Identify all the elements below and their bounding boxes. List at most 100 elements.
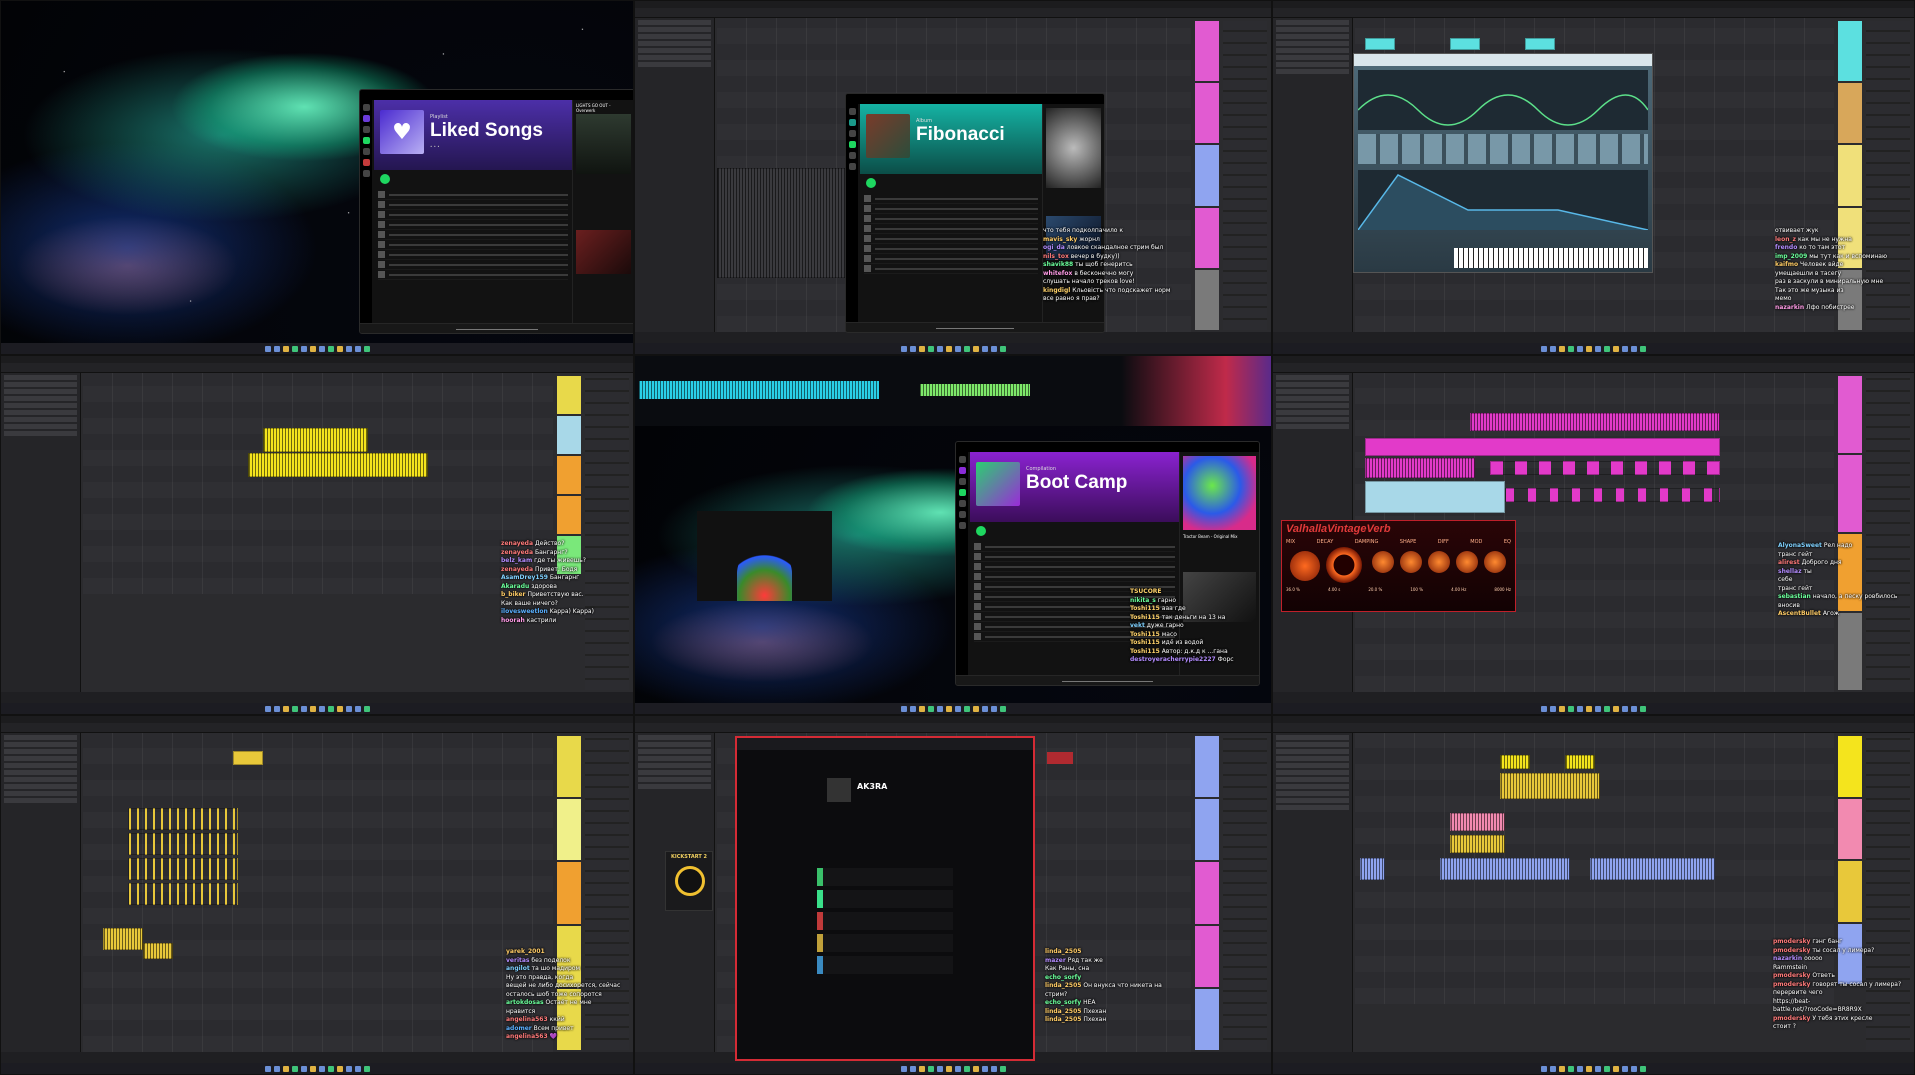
kickstart-plugin[interactable]: KICKSTART 2 [665, 851, 713, 911]
list-item[interactable] [864, 194, 1038, 204]
list-item[interactable] [864, 224, 1038, 234]
oscillator-display [1357, 70, 1649, 130]
web-app-window[interactable]: AK3RA [735, 736, 1073, 1061]
list-item[interactable] [974, 572, 1175, 582]
spotify-sidebar[interactable] [956, 452, 968, 675]
taskbar [635, 703, 1271, 714]
valhalla-vintage-verb[interactable]: ValhallaVintageVerb MIX DECAY DAMPING SHAPE… [1281, 520, 1516, 612]
mixer-channels[interactable] [585, 376, 629, 690]
panel-9: pmodersky гэнг банг pmodersky ты сосал у… [1272, 715, 1915, 1075]
daw-browser[interactable] [635, 18, 715, 332]
kickstart-knob[interactable] [675, 866, 705, 896]
taskbar [1273, 1063, 1914, 1074]
list-item[interactable] [974, 542, 1175, 552]
list-item[interactable] [864, 264, 1038, 274]
heart-icon: ♥ [380, 110, 424, 154]
daw-toolbar[interactable] [1273, 8, 1914, 18]
list-item[interactable] [817, 934, 953, 952]
daw-browser[interactable] [1, 373, 81, 692]
shape-knob[interactable] [1400, 551, 1422, 573]
piano-keyboard[interactable] [1454, 248, 1648, 268]
list-item[interactable] [817, 868, 953, 886]
daw-toolbar[interactable] [1273, 723, 1914, 733]
player-bar[interactable] [846, 322, 1104, 332]
arrangement-view[interactable] [83, 733, 553, 1052]
list-item[interactable] [864, 244, 1038, 254]
diff-knob[interactable] [1428, 551, 1450, 573]
chat-overlay: zenayeda Действо? zenayeda Бангарнг? bel… [501, 540, 594, 624]
track-list [378, 190, 568, 319]
knob-row[interactable] [1358, 134, 1648, 164]
envelope-display [1357, 170, 1649, 231]
list-item[interactable] [378, 250, 568, 260]
list-item[interactable] [817, 912, 953, 930]
daw-browser[interactable] [1273, 18, 1353, 332]
mod-knob[interactable] [1456, 551, 1478, 573]
track-list [817, 868, 953, 1028]
midi-clip[interactable] [128, 858, 238, 880]
playlist-header: Compilation Boot Camp [970, 452, 1179, 522]
player-bar[interactable] [360, 323, 633, 333]
list-item[interactable] [378, 200, 568, 210]
play-button[interactable] [380, 174, 390, 184]
daw-toolbar[interactable] [1, 723, 633, 733]
mixer-channels[interactable] [1866, 376, 1910, 690]
audio-clip[interactable] [263, 428, 368, 452]
arrangement-view[interactable] [83, 373, 553, 594]
taskbar [1, 343, 633, 354]
chat-overlay: AlyonaSweet Рел надо транс гейт alirest … [1778, 542, 1898, 617]
album-art [1046, 108, 1101, 188]
taskbar [1273, 343, 1914, 354]
daw-toolbar[interactable] [635, 723, 1271, 733]
panel-3: отвивает жук leon_z как мы не нужна fren… [1272, 0, 1915, 355]
damping-knob[interactable] [1372, 551, 1394, 573]
list-item[interactable] [817, 890, 953, 908]
panel-1: ♥ Playlist Liked Songs • • • LIGHTS GO O… [0, 0, 634, 355]
audio-clip[interactable] [248, 453, 428, 477]
list-item[interactable] [974, 562, 1175, 572]
avatar [827, 778, 851, 802]
midi-clip[interactable] [128, 833, 238, 855]
play-button[interactable] [976, 526, 986, 536]
mix-knob[interactable] [1290, 551, 1320, 581]
profile-name: AK3RA [857, 782, 888, 791]
player-bar[interactable] [956, 675, 1259, 685]
album-cover [866, 114, 910, 158]
play-button[interactable] [866, 178, 876, 188]
artist-image [576, 230, 631, 274]
daw-browser[interactable] [1273, 733, 1353, 1052]
list-item[interactable] [864, 254, 1038, 264]
chat-overlay: что тебя подколпачило к mavis_sky жорнл … [1043, 227, 1171, 302]
album-title: Boot Camp [1026, 472, 1128, 493]
decay-knob[interactable] [1326, 547, 1362, 583]
panel-4: zenayeda Действо? zenayeda Бангарнг? bel… [0, 355, 634, 715]
midi-clip[interactable] [128, 883, 238, 905]
eq-knob[interactable] [1484, 551, 1506, 573]
list-item[interactable] [864, 234, 1038, 244]
list-item[interactable] [864, 204, 1038, 214]
midi-clip[interactable] [128, 808, 238, 830]
synth-plugin[interactable] [1353, 53, 1653, 273]
list-item[interactable] [378, 230, 568, 240]
list-item[interactable] [378, 260, 568, 270]
daw-toolbar[interactable] [635, 8, 1271, 18]
chat-overlay: yarek_2001 veritas без поделок angilot т… [506, 948, 621, 1040]
arrangement-view[interactable] [1355, 733, 1834, 1004]
daw-toolbar[interactable] [1273, 363, 1914, 373]
chat-overlay: pmodersky гэнг банг pmodersky ты сосал у… [1773, 938, 1902, 1030]
list-item[interactable] [378, 190, 568, 200]
mixer-channels[interactable] [1223, 736, 1267, 1050]
daw-toolbar[interactable] [1, 363, 633, 373]
list-item[interactable] [974, 552, 1175, 562]
list-item[interactable] [864, 214, 1038, 224]
daw-browser[interactable] [1, 733, 81, 1052]
spotify-sidebar[interactable] [846, 104, 858, 322]
list-item[interactable] [378, 240, 568, 250]
spotify-sidebar[interactable] [360, 100, 372, 323]
list-item[interactable] [378, 220, 568, 230]
track-list [864, 194, 1038, 318]
list-item[interactable] [378, 210, 568, 220]
spotify-window[interactable]: ♥ Playlist Liked Songs • • • LIGHTS GO O… [359, 89, 633, 334]
list-item[interactable] [817, 956, 953, 974]
list-item[interactable] [378, 270, 568, 280]
